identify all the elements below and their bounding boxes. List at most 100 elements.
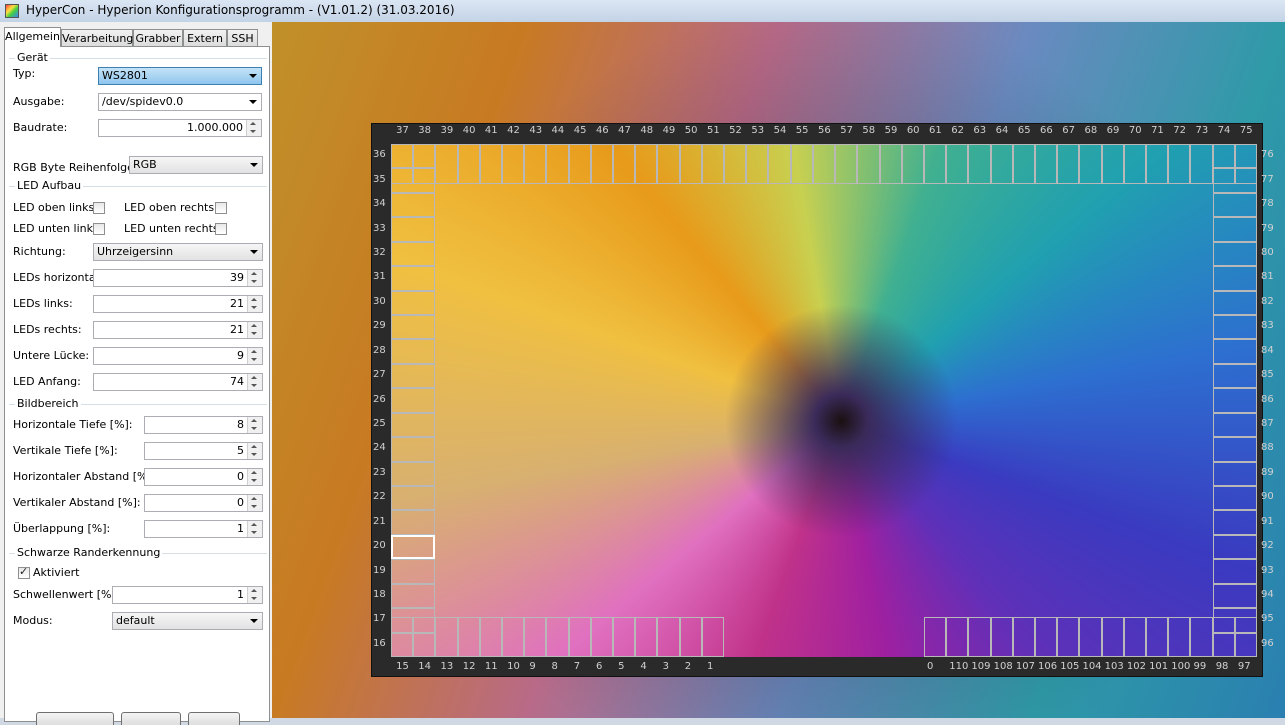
led-box-right [1213, 217, 1257, 242]
vertikale-tiefe-spinner[interactable]: 5 [144, 442, 263, 460]
spinner-buttons[interactable] [247, 270, 262, 286]
led-box-right [1213, 534, 1257, 560]
led-box-right [1213, 315, 1257, 340]
spinner-buttons[interactable] [247, 296, 262, 312]
horizontale-tiefe-spinner[interactable]: 8 [144, 416, 263, 434]
rgb-order-label: RGB Byte Reihenfolge: [13, 161, 138, 174]
spinner-buttons[interactable] [247, 322, 262, 338]
led-number-bottom: 4 [640, 661, 647, 672]
arrow-down-icon [250, 130, 256, 133]
led-number-top: 51 [706, 125, 720, 136]
led-box-left [391, 217, 435, 242]
untere-luecke-spinner[interactable]: 9 [93, 347, 263, 365]
tab-ssh[interactable]: SSH [227, 29, 258, 46]
led-box-bottom [1034, 617, 1058, 657]
led-oben-rechts-checkbox[interactable] [215, 202, 227, 214]
ausgabe-select[interactable]: /dev/spidev0.0 [98, 93, 262, 111]
schwellenwert-spinner[interactable]: 1 [112, 586, 263, 604]
led-number-left: 21 [373, 515, 386, 527]
leds-horizontal-spinner[interactable]: 39 [93, 269, 263, 287]
led-box-left [391, 461, 435, 486]
bottom-button-1[interactable] [36, 712, 114, 725]
spinner-buttons[interactable] [246, 120, 261, 136]
led-box-bottom [923, 617, 947, 657]
tab-verarbeitung[interactable]: Verarbeitung [61, 29, 133, 46]
led-number-bottom: 109 [971, 661, 991, 672]
led-box-right [1213, 339, 1257, 364]
rgb-order-select[interactable]: RGB [129, 156, 263, 174]
led-box-left [391, 510, 435, 535]
ueberlappung-spinner[interactable]: 1 [144, 520, 263, 538]
led-number-right: 77 [1261, 173, 1274, 185]
aktiviert-checkbox[interactable] [18, 565, 30, 579]
led-number-left: 36 [373, 149, 386, 161]
led-number-right: 84 [1261, 344, 1274, 356]
bottom-button-3[interactable] [188, 712, 240, 725]
spinner-buttons[interactable] [247, 374, 262, 390]
spinner-buttons[interactable] [247, 443, 262, 459]
bottom-button-2[interactable] [121, 712, 181, 725]
led-box-top [923, 144, 947, 184]
led-number-top: 39 [440, 125, 454, 136]
spinner-buttons[interactable] [247, 417, 262, 433]
led-unten-rechts-checkbox[interactable] [215, 223, 227, 235]
group-title-led-aufbau: LED Aufbau [15, 179, 84, 192]
arrow-down-icon [251, 479, 257, 482]
led-number-right: 80 [1261, 246, 1274, 258]
led-box-bottom [990, 617, 1013, 657]
led-number-top: 41 [484, 125, 498, 136]
chevron-down-icon [249, 74, 257, 78]
led-number-bottom: 107 [1015, 661, 1035, 672]
group-title-bildbereich: Bildbereich [15, 397, 81, 410]
led-box-left [391, 315, 435, 340]
led-box-right [1213, 192, 1257, 218]
led-box-bottom [968, 617, 991, 657]
leds-rechts-spinner[interactable]: 21 [93, 321, 263, 339]
tab-extern[interactable]: Extern [183, 29, 227, 46]
led-box-top [724, 144, 747, 184]
arrow-up-icon [251, 272, 257, 275]
led-box-bottom [1234, 617, 1257, 657]
ueberlappung-value: 1 [237, 522, 244, 535]
led-number-left: 28 [373, 344, 386, 356]
richtung-label: Richtung: [13, 245, 66, 258]
baudrate-spinner[interactable]: 1.000.000 [98, 119, 262, 137]
led-box-top [812, 144, 836, 184]
arrow-up-icon [251, 324, 257, 327]
richtung-select[interactable]: Uhrzeigersinn [93, 243, 263, 261]
led-number-right: 83 [1261, 320, 1274, 332]
config-panel: Allgemein Verarbeitung Grabber Extern SS… [0, 22, 273, 725]
led-number-left: 30 [373, 295, 386, 307]
spinner-buttons[interactable] [247, 495, 262, 511]
led-oben-links-checkbox[interactable] [93, 202, 105, 214]
led-box-top [479, 144, 503, 184]
led-number-top: 70 [1128, 125, 1142, 136]
horizontaler-abstand-spinner[interactable]: 0 [144, 468, 263, 486]
led-number-top: 63 [973, 125, 987, 136]
led-box-top [524, 144, 547, 184]
led-number-top: 43 [529, 125, 543, 136]
led-box-bottom [679, 617, 702, 657]
led-number-right: 78 [1261, 198, 1274, 210]
vertikaler-abstand-spinner[interactable]: 0 [144, 494, 263, 512]
modus-select[interactable]: default [112, 612, 263, 630]
vertikale-tiefe-value: 5 [237, 444, 244, 457]
led-layout-overlay: 37 38 39 40 41 42 43 44 45 46 47 48 49 50 51 52 53 54 55 56… [272, 22, 1285, 718]
typ-select[interactable]: WS2801 [98, 67, 262, 85]
led-number-top: 56 [818, 125, 831, 136]
led-unten-links-checkbox[interactable] [93, 223, 105, 235]
tab-grabber[interactable]: Grabber [133, 29, 183, 46]
led-box-top [457, 144, 480, 184]
led-box-top [568, 144, 591, 184]
led-number-bottom: 9 [529, 661, 536, 672]
leds-links-spinner[interactable]: 21 [93, 295, 263, 313]
spinner-buttons[interactable] [247, 587, 262, 603]
led-box-right [1213, 388, 1257, 413]
led-box-right [1213, 486, 1257, 511]
tab-allgemein[interactable]: Allgemein [4, 27, 61, 47]
led-anfang-spinner[interactable]: 74 [93, 373, 263, 391]
spinner-buttons[interactable] [247, 469, 262, 485]
led-box-left [391, 583, 435, 609]
spinner-buttons[interactable] [247, 521, 262, 537]
spinner-buttons[interactable] [247, 348, 262, 364]
